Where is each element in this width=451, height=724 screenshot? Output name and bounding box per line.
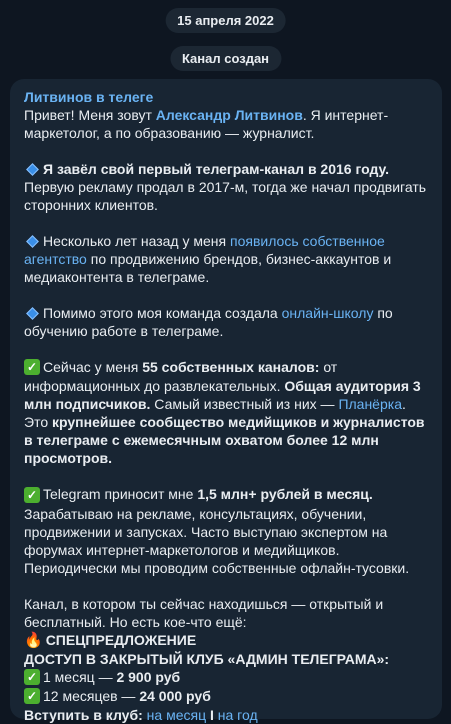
- paragraph-income: ✓ Telegram приносит мне 1,5 млн+ рублей в…: [24, 486, 410, 576]
- intro-paragraph: Привет! Меня зовут Александр Литвинов. Я…: [24, 107, 389, 141]
- small-blue-diamond-icon: [26, 162, 39, 176]
- join-club-line: Вступить в клуб: на месяц I на год: [24, 707, 258, 724]
- online-school-link[interactable]: онлайн-школу: [282, 305, 374, 321]
- channel-created-service-message: Канал создан: [169, 46, 282, 71]
- check-mark-button-icon: ✓: [24, 688, 40, 705]
- small-blue-diamond-icon: [26, 234, 39, 248]
- check-mark-button-icon: ✓: [24, 486, 40, 503]
- small-blue-diamond-icon: [26, 306, 39, 320]
- check-mark-button-icon: ✓: [24, 669, 40, 686]
- fire-icon: 🔥: [24, 631, 43, 649]
- paragraph-offer: Канал, в котором ты сейчас находишься — …: [24, 595, 384, 630]
- price-one-month: ✓ 1 месяц — 2 900 руб: [24, 668, 428, 687]
- price-twelve-months: ✓ 12 месяцев — 24 000 руб: [24, 687, 428, 706]
- paragraph-school: Помимо этого моя команда создала онлайн-…: [24, 305, 393, 339]
- author-name-link[interactable]: Александр Литвинов: [156, 107, 303, 123]
- special-offer-heading: 🔥 СПЕЦПРЕДЛОЖЕНИЕ: [24, 631, 197, 649]
- planerka-link[interactable]: Планёрка: [338, 396, 402, 412]
- channel-post-bubble: Литвинов в телеге Привет! Меня зовут Але…: [10, 79, 442, 723]
- channel-name[interactable]: Литвинов в телеге: [24, 88, 428, 106]
- check-mark-button-icon: ✓: [24, 359, 40, 376]
- join-year-link[interactable]: на год: [218, 707, 258, 723]
- paragraph-channels: ✓ Сейчас у меня 55 собственных каналов: о…: [24, 359, 425, 467]
- join-month-link[interactable]: на месяц: [147, 707, 206, 723]
- date-separator: 15 апреля 2022: [165, 8, 286, 33]
- paragraph-agency: Несколько лет назад у меня появилось соб…: [24, 233, 392, 285]
- club-access-heading: ДОСТУП В ЗАКРЫТЫЙ КЛУБ «АДМИН ТЕЛЕГРАМА»…: [24, 650, 390, 667]
- paragraph-first-channel: Я завёл свой первый телеграм-канал в 201…: [24, 161, 427, 213]
